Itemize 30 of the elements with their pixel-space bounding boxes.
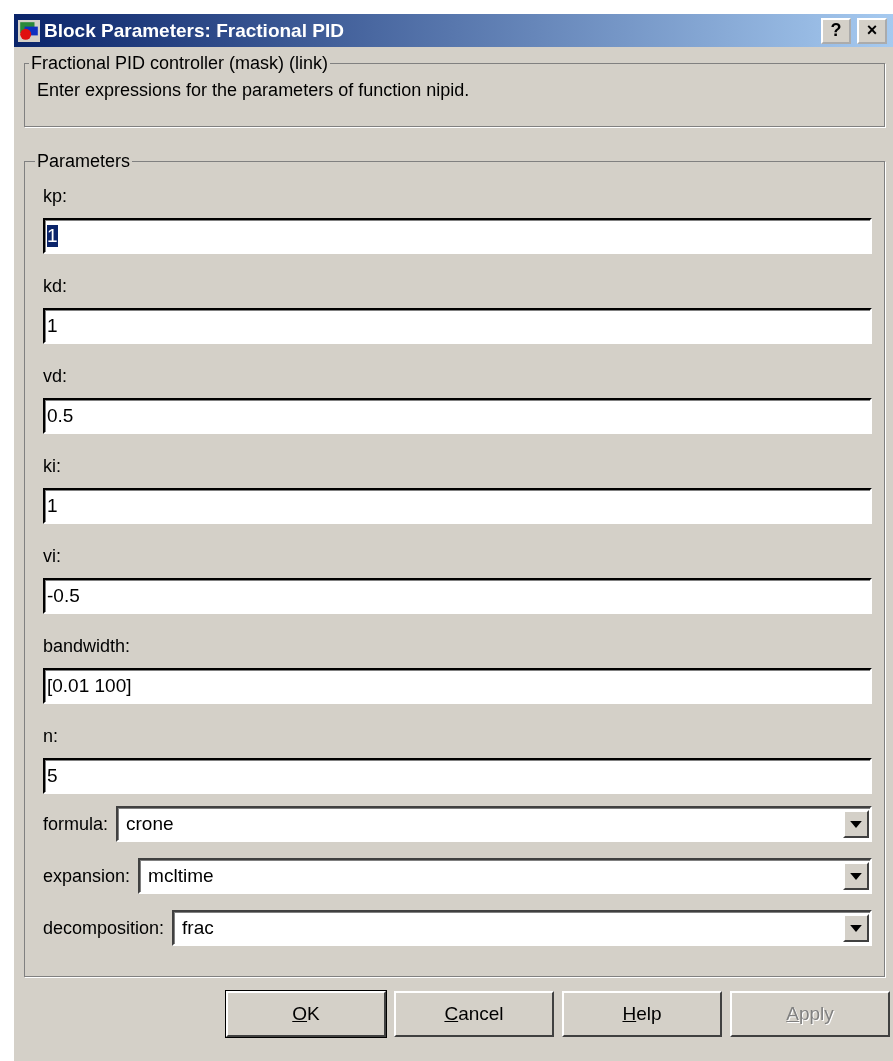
input-field[interactable]: [0.01 100] — [43, 668, 872, 704]
input-field[interactable]: 1 — [43, 308, 872, 344]
input-field[interactable]: 0.5 — [43, 398, 872, 434]
field-label: bandwidth: — [43, 636, 132, 657]
field-label: ki: — [43, 456, 62, 477]
block-diagram-icon — [18, 19, 40, 42]
dropdown[interactable]: crone — [116, 806, 872, 842]
input-field[interactable]: -0.5 — [43, 578, 872, 614]
field-label: vi: — [43, 546, 62, 567]
dropdown[interactable]: mcltime — [138, 858, 872, 894]
dialog-button[interactable]: OK — [226, 991, 386, 1037]
field-label: kd: — [43, 276, 68, 297]
input-field[interactable]: 5 — [43, 758, 872, 794]
field-label: kp: — [43, 186, 68, 207]
description-text: Enter expressions for the parameters of function nipid. — [37, 80, 471, 101]
input-field[interactable]: 1 — [43, 488, 872, 524]
field-label: n: — [43, 726, 59, 747]
help-button[interactable]: ? — [821, 17, 851, 44]
dropdown-label: formula: — [43, 813, 109, 835]
input-field[interactable]: 1 — [43, 218, 872, 254]
dropdown-label: decomposition: — [43, 917, 165, 939]
dropdown[interactable]: frac — [172, 910, 872, 946]
field-label: vd: — [43, 366, 68, 387]
dialog-button[interactable]: Help — [562, 991, 722, 1037]
window-title: Block Parameters: Fractional PID — [44, 19, 344, 42]
group-title: Fractional PID controller (mask) (link) — [30, 53, 330, 74]
close-button[interactable]: × — [857, 17, 887, 44]
dialog-button[interactable]: Cancel — [394, 991, 554, 1037]
dropdown-label: expansion: — [43, 865, 131, 887]
group-title: Parameters — [36, 151, 132, 172]
